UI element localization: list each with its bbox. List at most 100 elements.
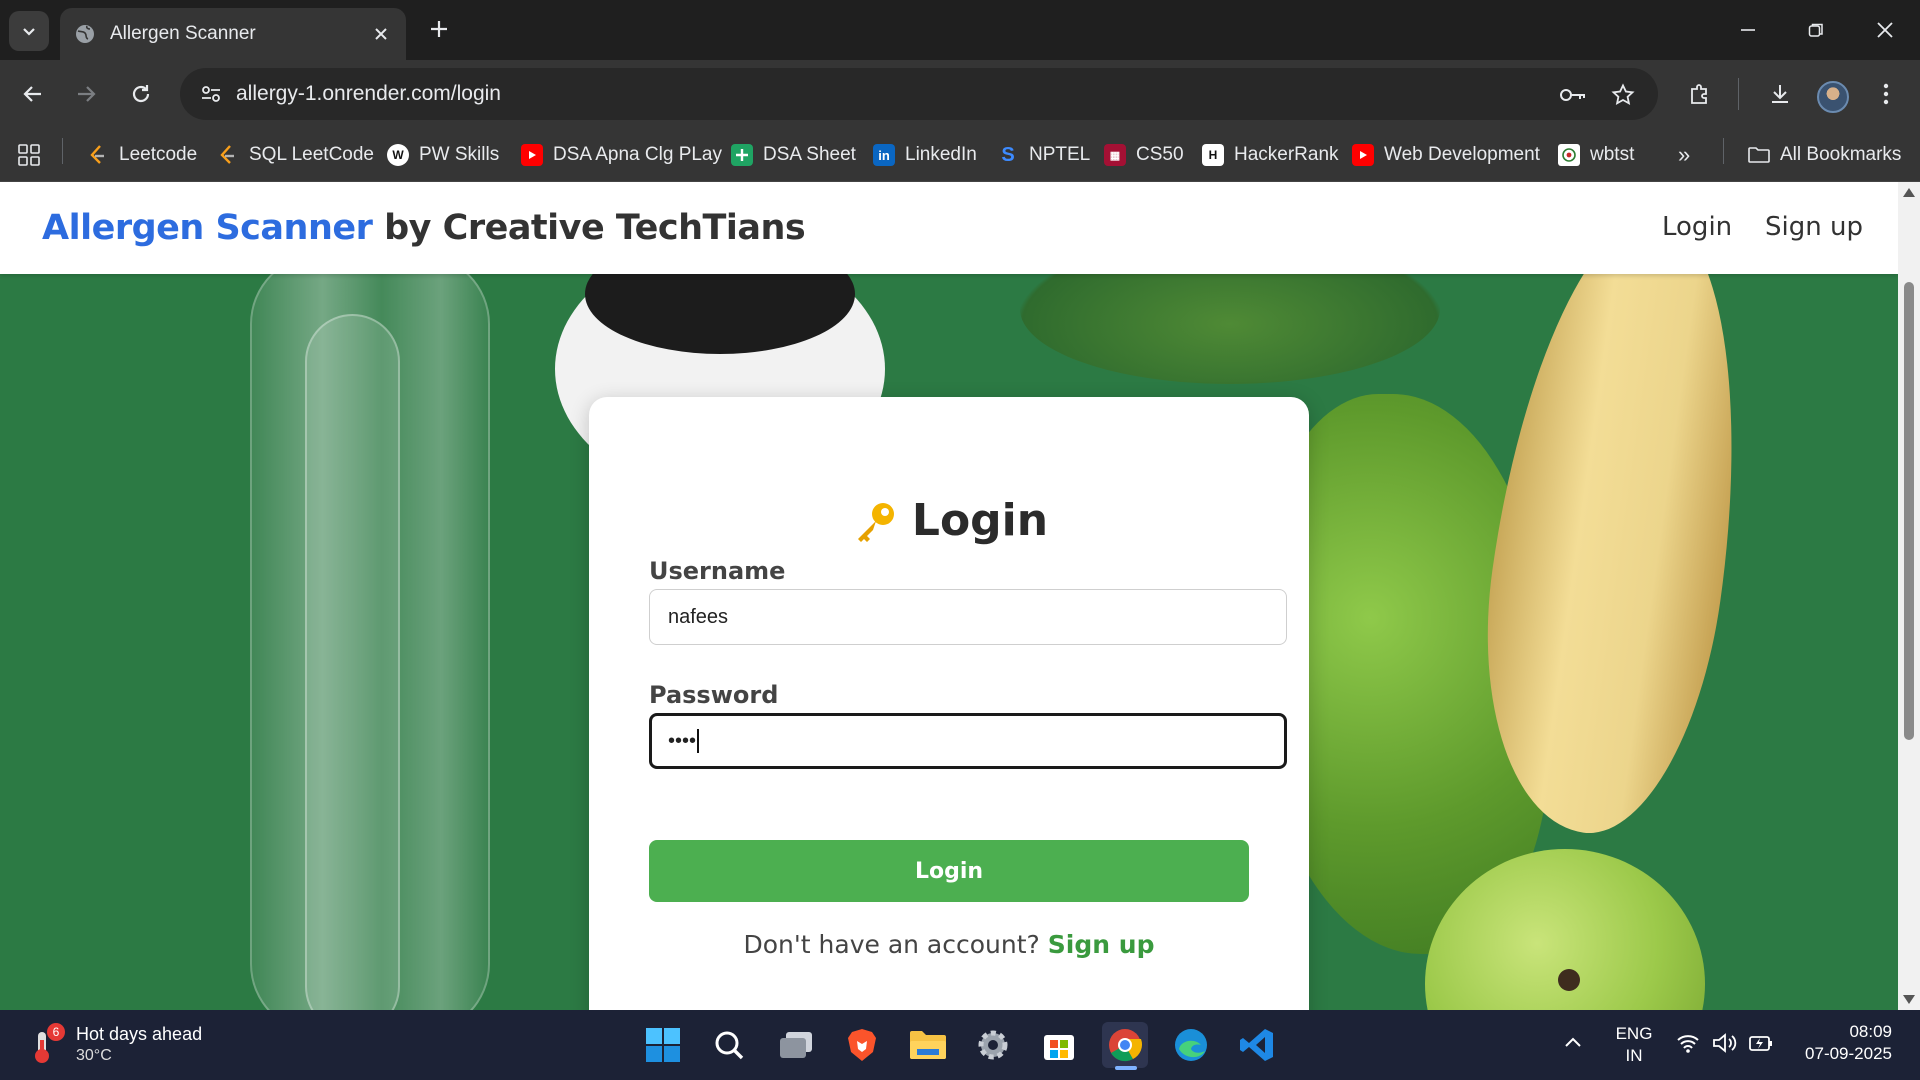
close-icon <box>1877 22 1893 38</box>
bookmark-dsa-apna-clg[interactable]: DSA Apna Clg PLay <box>521 141 722 169</box>
close-window-button[interactable] <box>1860 10 1910 50</box>
password-input[interactable]: •••• <box>649 713 1287 769</box>
page-scrollbar[interactable] <box>1898 182 1920 1010</box>
brand-byline: by Creative TechTians <box>372 208 806 248</box>
bookmarks-bar: Leetcode SQL LeetCode W PW Skills DSA Ap… <box>0 128 1920 182</box>
star-icon <box>1611 83 1635 106</box>
taskbar-vscode[interactable] <box>1234 1022 1280 1068</box>
profile-avatar[interactable] <box>1817 81 1849 113</box>
taskbar-microsoft-store[interactable] <box>1036 1022 1082 1068</box>
scroll-down-arrow-icon[interactable] <box>1903 995 1915 1004</box>
signup-link[interactable]: Sign up <box>1048 930 1155 959</box>
reload-button[interactable] <box>121 74 161 114</box>
nav-signup-link[interactable]: Sign up <box>1765 212 1863 242</box>
download-icon <box>1772 85 1788 103</box>
weather-title: Hot days ahead <box>76 1023 203 1044</box>
clock-time: 08:09 <box>1849 1022 1892 1041</box>
chrome-menu-button[interactable] <box>1866 74 1906 114</box>
more-vertical-icon <box>1883 83 1889 105</box>
back-arrow-icon <box>23 86 41 102</box>
url-text[interactable]: allergy-1.onrender.com/login <box>236 82 501 106</box>
reload-icon <box>132 85 150 103</box>
tune-icon <box>202 86 220 102</box>
username-input[interactable]: nafees <box>649 589 1287 645</box>
clock-date: 07-09-2025 <box>1805 1044 1892 1063</box>
forward-arrow-icon <box>78 86 96 102</box>
vscode-icon <box>1240 1029 1273 1061</box>
globe-icon <box>76 25 94 43</box>
browser-titlebar: Allergen Scanner <box>0 0 1920 60</box>
bookmark-wbtst[interactable]: wbtst <box>1558 141 1634 169</box>
system-clock[interactable]: 08:09 07-09-2025 <box>1780 1021 1892 1065</box>
battery-icon[interactable] <box>1748 1032 1774 1059</box>
taskbar-edge[interactable] <box>1168 1022 1214 1068</box>
scroll-up-arrow-icon[interactable] <box>1903 188 1915 197</box>
thermometer-icon: 6 <box>28 1022 68 1066</box>
site-info-button[interactable] <box>196 80 226 108</box>
minimize-icon <box>1741 29 1755 31</box>
taskbar-chrome[interactable] <box>1102 1022 1148 1068</box>
bookmark-linkedin[interactable]: in LinkedIn <box>873 141 977 169</box>
bookmark-hackerrank[interactable]: H HackerRank <box>1202 141 1339 169</box>
youtube-icon <box>1352 144 1374 166</box>
toolbar-divider <box>1738 78 1739 110</box>
bookmark-sql-leetcode[interactable]: SQL LeetCode <box>217 141 374 169</box>
site-navbar: Allergen Scanner by Creative TechTians L… <box>0 182 1898 274</box>
windows-logo-icon <box>646 1028 680 1062</box>
site-brand[interactable]: Allergen Scanner by Creative TechTians <box>42 208 806 248</box>
minimize-button[interactable] <box>1723 10 1773 50</box>
bookmarks-overflow-button[interactable]: » <box>1678 141 1690 169</box>
hero-background: Login Username nafees Password •••• Logi… <box>0 274 1898 1010</box>
taskbar-brave[interactable] <box>839 1022 885 1068</box>
bookmark-star-button[interactable] <box>1608 80 1638 110</box>
bookmark-pw-skills[interactable]: W PW Skills <box>387 141 499 169</box>
folder-icon <box>910 1031 946 1059</box>
leetcode-icon <box>87 144 109 166</box>
store-icon <box>1044 1035 1074 1060</box>
forward-button[interactable] <box>66 74 106 114</box>
taskbar-search-button[interactable] <box>706 1022 752 1068</box>
apps-grid-icon <box>18 144 40 166</box>
downloads-button[interactable] <box>1760 74 1800 114</box>
tab-search-button[interactable] <box>9 11 49 51</box>
wifi-icon[interactable] <box>1676 1033 1700 1058</box>
text-caret <box>697 729 700 753</box>
apps-button[interactable] <box>18 141 40 169</box>
close-tab-icon[interactable] <box>370 23 392 45</box>
address-bar[interactable]: allergy-1.onrender.com/login <box>180 68 1658 120</box>
bookmark-web-development[interactable]: Web Development <box>1352 141 1540 169</box>
nptel-icon: S <box>1001 143 1015 166</box>
password-key-icon <box>1560 89 1585 101</box>
back-button[interactable] <box>13 74 53 114</box>
language-indicator[interactable]: ENG IN <box>1614 1023 1654 1067</box>
leetcode-icon <box>217 144 239 166</box>
browser-tab[interactable]: Allergen Scanner <box>60 8 406 60</box>
new-tab-button[interactable] <box>424 14 454 44</box>
key-icon <box>857 503 894 542</box>
celery-leaves-image <box>1020 274 1440 384</box>
signup-prompt-text: Don't have an account? <box>743 930 1040 959</box>
task-view-button[interactable] <box>773 1022 819 1068</box>
login-submit-button[interactable]: Login <box>649 840 1249 902</box>
taskbar-file-explorer[interactable] <box>905 1022 951 1068</box>
nav-login-link[interactable]: Login <box>1662 212 1732 242</box>
taskbar-settings[interactable] <box>970 1022 1016 1068</box>
show-hidden-icons-button[interactable] <box>1564 1033 1582 1053</box>
bookmark-cs50[interactable]: ▦ CS50 <box>1104 141 1184 169</box>
bookmark-dsa-sheet[interactable]: DSA Sheet <box>731 141 856 169</box>
youtube-icon <box>521 144 543 166</box>
scrollbar-thumb[interactable] <box>1904 282 1914 740</box>
bookmark-nptel[interactable]: S NPTEL <box>997 141 1090 169</box>
start-button[interactable] <box>640 1022 686 1068</box>
volume-icon[interactable] <box>1712 1032 1738 1059</box>
extensions-button[interactable] <box>1680 74 1720 114</box>
chrome-icon <box>1109 1029 1143 1062</box>
bookmark-leetcode[interactable]: Leetcode <box>87 141 197 169</box>
active-app-indicator <box>1115 1066 1137 1070</box>
restore-button[interactable] <box>1791 10 1841 50</box>
all-bookmarks-button[interactable]: All Bookmarks <box>1748 141 1901 169</box>
weather-badge: 6 <box>53 1025 60 1039</box>
weather-widget[interactable]: 6 Hot days ahead 30°C <box>28 1022 202 1066</box>
password-key-button[interactable] <box>1558 80 1588 110</box>
plus-icon <box>431 21 447 37</box>
